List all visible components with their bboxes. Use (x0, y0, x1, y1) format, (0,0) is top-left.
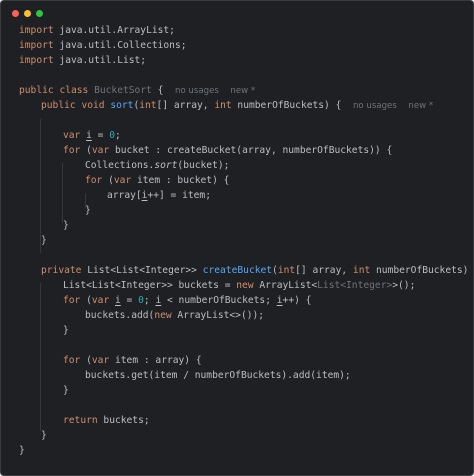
code-line-6: public void sort(int[] array, int number… (41, 100, 434, 111)
window-titlebar (1, 1, 473, 25)
code-editor[interactable]: import java.util.ArrayList; import java.… (19, 23, 468, 475)
author-hint[interactable]: new * (230, 86, 255, 96)
keyword-import: import (19, 40, 54, 51)
code-line-25: } (63, 385, 69, 396)
code-line-13: } (85, 205, 91, 216)
code-line-2: import java.util.Collections; (19, 40, 187, 51)
code-line-12: array[i++] = item; (107, 190, 211, 201)
code-line-18: List<List<Integer>> buckets = new ArrayL… (63, 280, 416, 291)
indent-guide (62, 163, 63, 223)
usages-hint[interactable]: no usages (175, 86, 219, 96)
code-line-5: public class BucketSort { no usages new … (19, 85, 256, 96)
keyword-import: import (19, 25, 54, 36)
code-line-11: for (var item : bucket) { (85, 175, 230, 186)
close-window-button[interactable] (12, 10, 19, 17)
code-line-19: for (var i = 0; i < numberOfBuckets; i++… (63, 295, 312, 306)
code-line-27: return buckets; (63, 415, 150, 426)
keyword-import: import (19, 55, 54, 66)
code-window: import java.util.ArrayList; import java.… (0, 0, 474, 476)
code-line-28: } (41, 430, 47, 441)
minimize-window-button[interactable] (24, 10, 31, 17)
method-name: sort (110, 100, 134, 111)
maximize-window-button[interactable] (36, 10, 43, 17)
code-line-14: } (63, 220, 69, 231)
code-line-9: for (var bucket : createBucket(array, nu… (63, 145, 393, 156)
code-line-10: Collections.sort(bucket); (85, 160, 230, 171)
code-line-15: } (41, 235, 47, 246)
code-line-24: buckets.get(item / numberOfBuckets).add(… (85, 370, 351, 381)
code-line-17: private List<List<Integer>> createBucket… (41, 265, 474, 276)
usages-hint[interactable]: no usages (353, 101, 397, 111)
code-line-8: var i = 0; (63, 130, 121, 141)
code-line-20: buckets.add(new ArrayList<>()); (85, 310, 265, 321)
code-line-29: } (19, 445, 25, 456)
code-line-1: import java.util.ArrayList; (19, 25, 175, 36)
code-line-23: for (var item : array) { (63, 355, 202, 366)
class-name: BucketSort (94, 85, 152, 96)
code-line-21: } (63, 325, 69, 336)
code-line-3: import java.util.List; (19, 55, 147, 66)
author-hint[interactable]: new * (408, 101, 433, 111)
method-name: createBucket (202, 265, 273, 276)
